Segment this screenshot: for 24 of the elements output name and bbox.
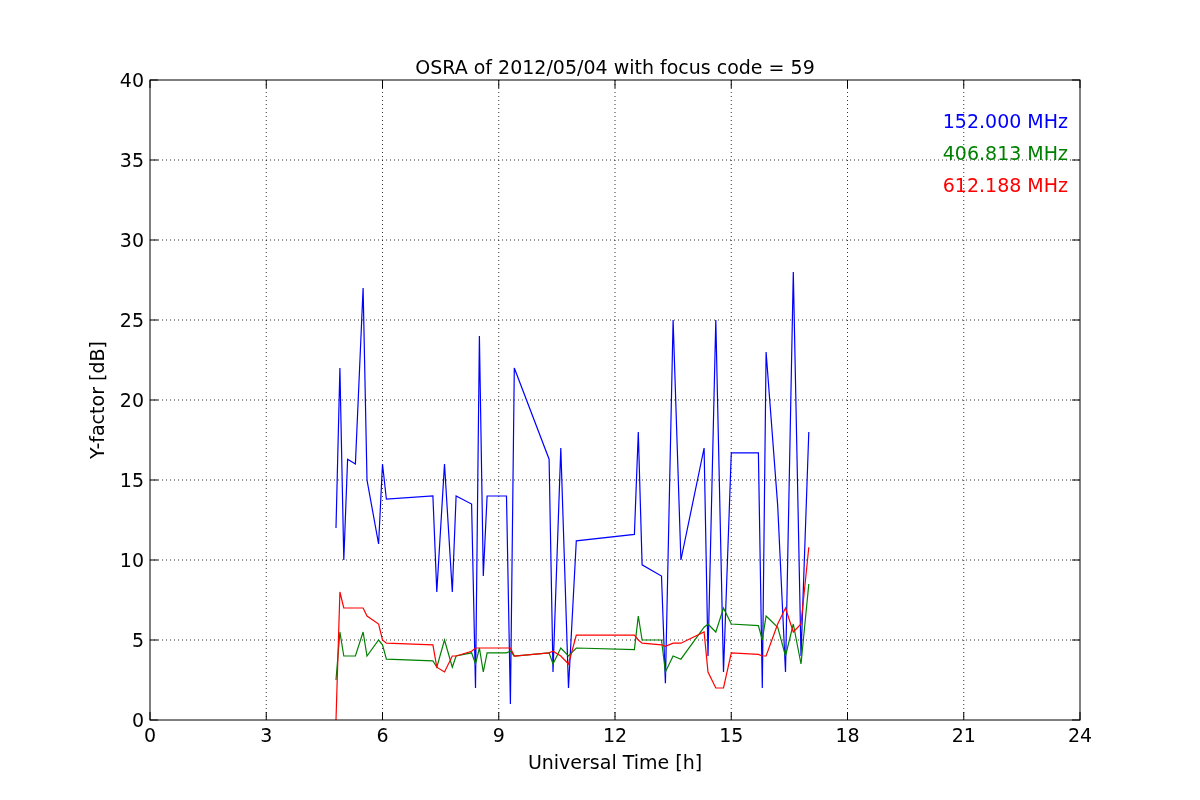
tick-label: 24 [1067,724,1093,746]
tick-label: 0 [143,724,157,746]
axis-title: Universal Time [h] [527,751,703,773]
tick-label: 35 [119,149,144,171]
legend-label: 152.000 MHz [942,110,1068,132]
tick-label: 12 [602,724,628,746]
legend-label: 406.813 MHz [942,142,1068,164]
tick-label: 30 [119,229,144,251]
tick-label: 40 [119,69,144,91]
axis-title: Y-factor [dB] [86,341,108,459]
tick-label: 18 [835,724,860,746]
legend-label: 612.188 MHz [942,174,1068,196]
tick-label: 25 [119,309,144,331]
tick-label: 15 [719,724,744,746]
tick-label: 3 [260,724,273,746]
tick-label: 10 [119,549,144,571]
tick-label: 20 [119,389,144,411]
chart-title: OSRA of 2012/05/04 with focus code = 59 [415,56,815,78]
tick-label: 6 [376,724,389,746]
tick-label: 0 [131,709,144,731]
tick-label: 9 [492,724,505,746]
tick-label: 21 [951,724,976,746]
tick-label: 15 [119,469,144,491]
tick-label: 5 [131,629,144,651]
